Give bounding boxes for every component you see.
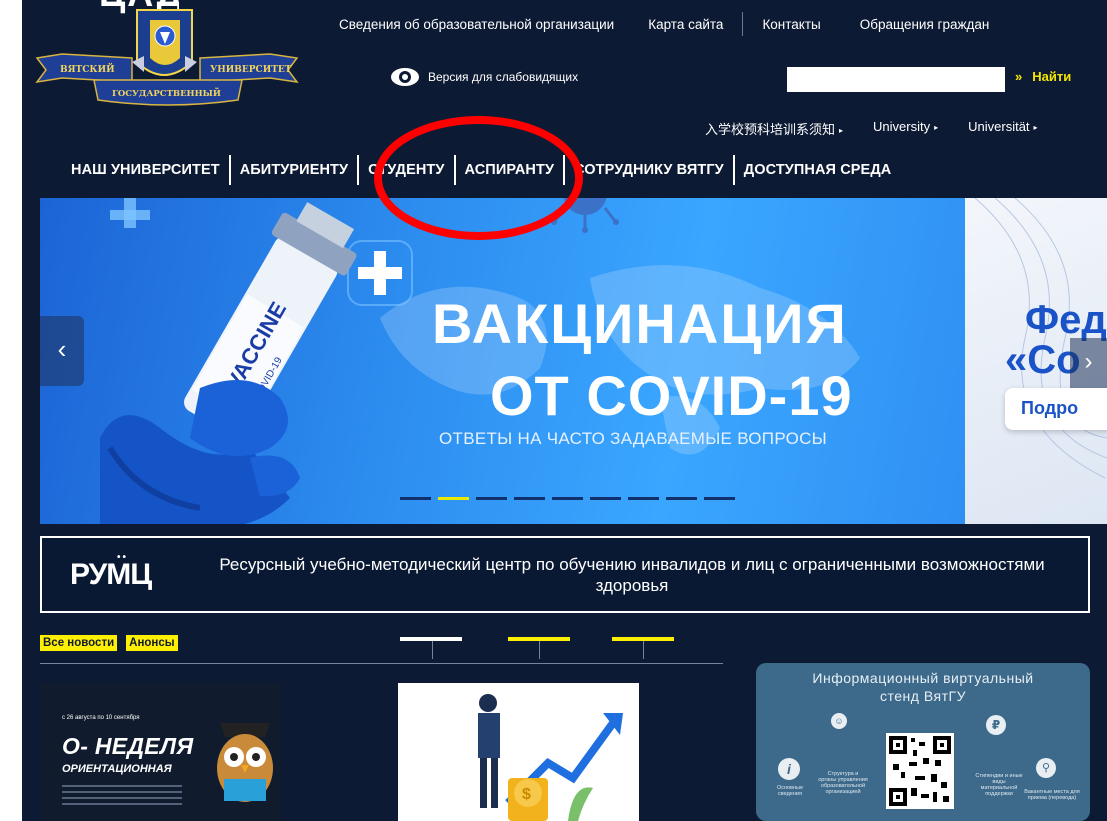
carousel-next-button[interactable]: › (1070, 338, 1107, 388)
tab-announcements[interactable]: Анонсы (126, 635, 178, 651)
carousel-dot[interactable] (514, 497, 545, 500)
ruble-icon: ₽ (986, 715, 1006, 735)
university-logo[interactable]: ВЯТСКИЙ УНИВЕРСИТЕТ ГОСУДАРСТВЕННЫЙ (32, 0, 302, 115)
tab-all-news[interactable]: Все новости (40, 635, 118, 651)
site-page: ЦАД Сведения об образовательной организа… (22, 0, 1107, 821)
lang-label: 入学校预科培训系须知 (705, 122, 836, 137)
carousel-dot-active[interactable] (438, 497, 469, 500)
rumc-logo: РУМЦ •• (70, 552, 152, 591)
news-card-orientation-week[interactable]: с 26 августа по 10 сентября О- НЕДЕЛЯ ОР… (40, 683, 282, 821)
info-icon: i (778, 758, 800, 780)
eye-icon (391, 68, 419, 86)
carousel-dot[interactable] (476, 497, 507, 500)
carousel-dot[interactable] (590, 497, 621, 500)
rumc-description: Ресурсный учебно-методический центр по о… (219, 555, 1045, 595)
top-links-bar: Сведения об образовательной организации … (322, 12, 1006, 36)
triangle-right-icon: ▸ (839, 126, 844, 136)
news-card-text-lines (62, 785, 182, 809)
news-section: Все новости Анонсы с 26 августа по 10 се… (40, 613, 1107, 821)
link-contacts[interactable]: Контакты (745, 17, 837, 32)
stand-label-vacancies: Вакантные места для приема (перевода) (1024, 789, 1080, 801)
carousel-dot[interactable] (552, 497, 583, 500)
logo-text-university: УНИВЕРСИТЕТ (210, 65, 292, 75)
news-pager (400, 637, 680, 665)
low-vision-toggle[interactable]: Версия для слабовидящих (390, 66, 578, 88)
rumc-banner[interactable]: РУМЦ •• Ресурсный учебно-методический цен… (40, 536, 1090, 613)
stand-label-stipend: Стипендии и иные виды материальной подде… (975, 773, 1023, 797)
carousel-indicators (400, 497, 735, 500)
people-structure-icon: ☺ (831, 713, 847, 729)
link-citizen-appeals[interactable]: Обращения граждан (843, 17, 1007, 32)
university-crest-icon: ВЯТСКИЙ УНИВЕРСИТЕТ ГОСУДАРСТВЕННЫЙ (35, 9, 299, 106)
carousel-prev-button[interactable]: ‹ (40, 316, 84, 386)
link-organization-info[interactable]: Сведения об образовательной организации (322, 17, 631, 32)
nav-accessible-environment[interactable]: ДОСТУПНАЯ СРЕДА (735, 162, 901, 178)
pager-bar[interactable] (400, 637, 462, 641)
divider (840, 12, 841, 36)
news-card-title: О- НЕДЕЛЯ (62, 733, 194, 759)
triangle-right-icon: ▸ (934, 123, 939, 133)
carousel-dot[interactable] (628, 497, 659, 500)
link-sitemap[interactable]: Карта сайта (631, 17, 740, 32)
finance-growth-illustration: $ (478, 694, 623, 821)
search-button[interactable]: » Найти (1015, 69, 1071, 84)
triangle-right-icon: ▸ (1033, 123, 1038, 133)
carousel-dot[interactable] (400, 497, 431, 500)
vaccine-vial-illustration: VACCINE COVID-19 (100, 202, 357, 524)
low-vision-label: Версия для слабовидящих (428, 70, 579, 84)
preview-more-button[interactable]: Подро (1005, 388, 1107, 430)
preview-title-line1: Фед (1025, 298, 1107, 342)
virtual-stand-title: Информационный виртуальный стенд ВятГУ (812, 670, 1034, 704)
banner-subtitle: ОТВЕТЫ НА ЧАСТО ЗАДАВАЕМЫЕ ВОПРОСЫ (439, 429, 828, 448)
lang-chinese[interactable]: 入学校预科培训系须知 ▸ (705, 119, 843, 138)
stand-label-structure: Структура и органы управления образовате… (818, 771, 868, 795)
lang-english[interactable]: University ▸ (873, 119, 938, 138)
magnifier-icon: ⚲ (1036, 758, 1056, 778)
dollar-icon: $ (522, 786, 531, 803)
owl-mascot-icon (217, 723, 273, 802)
banner-title-line2: ОТ COVID-19 (490, 364, 853, 427)
news-divider (40, 663, 723, 664)
nav-our-university[interactable]: НАШ УНИВЕРСИТЕТ (62, 162, 229, 178)
pager-tick (643, 641, 644, 659)
banner-carousel[interactable]: VACCINE COVID-19 ВАКЦИНАЦИЯ ОТ COVID-19 … (40, 198, 1107, 524)
highlight-annotation-ring (374, 116, 583, 240)
divider (742, 12, 744, 36)
banner-title-line1: ВАКЦИНАЦИЯ (432, 292, 848, 355)
stand-label-basic: Основные сведения (776, 785, 804, 797)
nav-employee[interactable]: СОТРУДНИКУ ВЯТГУ (565, 162, 733, 178)
carousel-dot[interactable] (666, 497, 697, 500)
qr-code-icon[interactable] (886, 733, 954, 809)
pager-tick (539, 641, 540, 659)
lang-label: Universität (968, 119, 1030, 134)
search-input[interactable] (787, 67, 1005, 92)
news-card-date: с 26 августа по 10 сентября (62, 715, 140, 721)
pager-tick (432, 641, 433, 659)
virtual-stand[interactable]: Информационный виртуальный стенд ВятГУ ☺… (756, 663, 1090, 821)
search-button-label: Найти (1032, 69, 1072, 84)
nav-applicant[interactable]: АБИТУРИЕНТУ (231, 162, 357, 178)
lang-german[interactable]: Universität ▸ (968, 119, 1037, 138)
carousel-dot[interactable] (704, 497, 735, 500)
news-tabs: Все новости Анонсы (40, 635, 178, 651)
news-card-finance[interactable]: $ (398, 683, 639, 821)
lang-label: University (873, 119, 931, 134)
news-card-subtitle: ОРИЕНТАЦИОННАЯ (62, 763, 172, 775)
language-links: 入学校预科培训系须知 ▸ University ▸ Universität ▸ (705, 119, 1038, 138)
double-chevron-icon: » (1015, 69, 1023, 84)
